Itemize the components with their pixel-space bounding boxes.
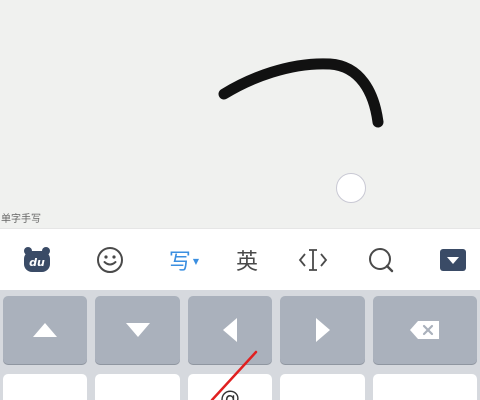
emoji-button[interactable]: [93, 243, 127, 277]
handwrite-mode-button[interactable]: 写 ▼: [164, 243, 204, 277]
left-arrow-key[interactable]: [188, 296, 272, 364]
triangle-down-icon: [125, 323, 150, 337]
caret-down-icon: ▼: [192, 256, 200, 266]
svg-text:du: du: [29, 256, 45, 269]
handwrite-mode-label: 写: [168, 250, 191, 275]
handwriting-cursor-circle: [336, 173, 366, 203]
ime-toolbar: du 写 ▼ 英: [0, 228, 480, 290]
right-arrow-key[interactable]: [280, 296, 365, 364]
search-button[interactable]: [364, 243, 398, 277]
keyboard-key[interactable]: [280, 374, 365, 400]
english-mode-label: 英: [235, 250, 258, 275]
backspace-icon: [410, 321, 439, 339]
text-cursor-icon: [298, 249, 328, 271]
ime-logo-button[interactable]: du: [20, 243, 54, 277]
english-mode-button[interactable]: 英: [230, 243, 264, 277]
keyboard-key-at[interactable]: @: [188, 374, 272, 400]
hide-keyboard-button[interactable]: [436, 243, 470, 277]
search-icon: [369, 248, 394, 273]
ime-screen: 单字手写 du 写 ▼ 英 @: [0, 0, 480, 400]
keyboard-key[interactable]: [3, 374, 87, 400]
triangle-right-icon: [315, 318, 330, 342]
cursor-move-button[interactable]: [296, 243, 330, 277]
handwriting-stroke: [218, 58, 384, 128]
keyboard-key[interactable]: [95, 374, 180, 400]
backspace-key[interactable]: [373, 296, 477, 364]
keyboard-key[interactable]: [373, 374, 477, 400]
handwriting-canvas[interactable]: 单字手写: [0, 0, 480, 228]
smiley-icon: [97, 247, 123, 273]
keyboard-hide-icon: [440, 249, 466, 271]
keyboard-panel: @: [0, 290, 480, 400]
triangle-up-icon: [33, 323, 57, 337]
handwriting-mode-label: 单字手写: [1, 210, 41, 225]
triangle-left-icon: [223, 318, 237, 342]
up-arrow-key[interactable]: [3, 296, 87, 364]
du-bear-logo-icon: du: [24, 247, 50, 272]
down-arrow-key[interactable]: [95, 296, 180, 364]
